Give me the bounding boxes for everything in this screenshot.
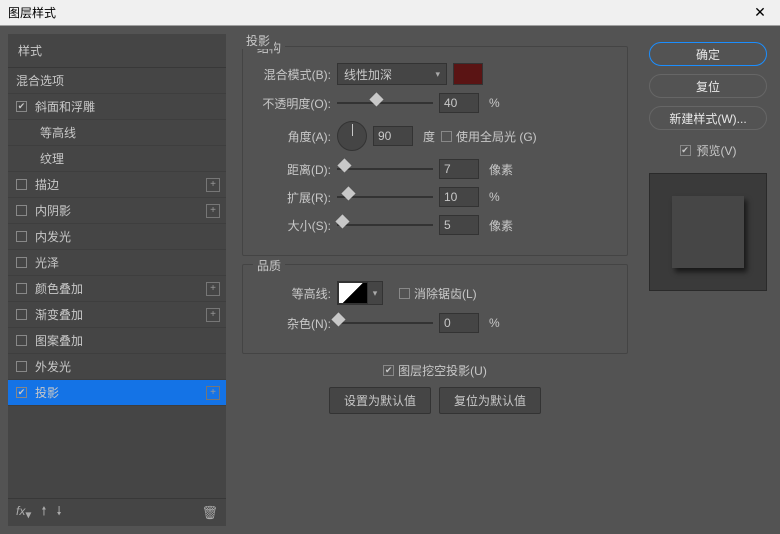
blending-options[interactable]: 混合选项 bbox=[8, 68, 226, 94]
panel-title: 投影 bbox=[242, 32, 274, 49]
style-item-8[interactable]: 渐变叠加 + bbox=[8, 302, 226, 328]
global-light-checkbox[interactable]: 使用全局光 (G) bbox=[441, 128, 537, 145]
up-icon[interactable]: 🠕 bbox=[41, 502, 46, 523]
style-checkbox[interactable] bbox=[16, 257, 27, 268]
style-checkbox[interactable] bbox=[16, 101, 27, 112]
spread-input[interactable] bbox=[439, 187, 479, 207]
noise-slider[interactable] bbox=[337, 315, 433, 331]
chevron-down-icon: ▾ bbox=[368, 282, 382, 304]
styles-panel: 样式 混合选项 斜面和浮雕等高线纹理描边 + 内阴影 + 内发光光泽颜色叠加 + 渐变叠加 +… bbox=[8, 34, 226, 526]
style-item-1[interactable]: 等高线 bbox=[8, 120, 226, 146]
style-item-3[interactable]: 描边 + bbox=[8, 172, 226, 198]
style-item-6[interactable]: 光泽 bbox=[8, 250, 226, 276]
style-checkbox[interactable] bbox=[16, 283, 27, 294]
add-effect-icon[interactable]: + bbox=[206, 204, 220, 218]
size-input[interactable] bbox=[439, 215, 479, 235]
style-checkbox[interactable] bbox=[16, 309, 27, 320]
style-item-0[interactable]: 斜面和浮雕 bbox=[8, 94, 226, 120]
structure-group: 结构 混合模式(B): 线性加深▾ 不透明度(O): % 角度(A): 度 使用… bbox=[242, 46, 628, 256]
style-label: 外发光 bbox=[35, 358, 71, 375]
style-item-4[interactable]: 内阴影 + bbox=[8, 198, 226, 224]
blend-mode-dropdown[interactable]: 线性加深▾ bbox=[337, 63, 447, 85]
preview-thumbnail bbox=[649, 173, 767, 291]
style-label: 等高线 bbox=[40, 124, 76, 141]
knockout-checkbox[interactable]: 图层挖空投影(U) bbox=[383, 362, 487, 379]
style-label: 投影 bbox=[35, 384, 59, 401]
spread-slider[interactable] bbox=[337, 189, 433, 205]
style-item-2[interactable]: 纹理 bbox=[8, 146, 226, 172]
ok-button[interactable]: 确定 bbox=[649, 42, 767, 66]
add-effect-icon[interactable]: + bbox=[206, 308, 220, 322]
style-label: 描边 bbox=[35, 176, 59, 193]
add-effect-icon[interactable]: + bbox=[206, 386, 220, 400]
styles-list: 混合选项 斜面和浮雕等高线纹理描边 + 内阴影 + 内发光光泽颜色叠加 + 渐变叠加 + 图案叠… bbox=[8, 68, 226, 498]
noise-input[interactable] bbox=[439, 313, 479, 333]
antialias-checkbox[interactable]: 消除锯齿(L) bbox=[399, 285, 477, 302]
style-checkbox[interactable] bbox=[16, 335, 27, 346]
cancel-button[interactable]: 复位 bbox=[649, 74, 767, 98]
window-title: 图层样式 bbox=[8, 4, 56, 21]
style-item-5[interactable]: 内发光 bbox=[8, 224, 226, 250]
distance-slider[interactable] bbox=[337, 161, 433, 177]
contour-picker[interactable]: ▾ bbox=[337, 281, 383, 305]
opacity-slider[interactable] bbox=[337, 95, 433, 111]
style-checkbox[interactable] bbox=[16, 361, 27, 372]
angle-input[interactable] bbox=[373, 126, 413, 146]
preview-checkbox[interactable]: 预览(V) bbox=[680, 142, 737, 159]
style-item-9[interactable]: 图案叠加 bbox=[8, 328, 226, 354]
new-style-button[interactable]: 新建样式(W)... bbox=[649, 106, 767, 130]
style-label: 颜色叠加 bbox=[35, 280, 83, 297]
down-icon[interactable]: 🠗 bbox=[57, 502, 62, 523]
styles-footer: fx▾ 🠕 🠗 🗑 bbox=[8, 498, 226, 526]
close-button[interactable]: ✕ bbox=[740, 0, 780, 26]
add-effect-icon[interactable]: + bbox=[206, 178, 220, 192]
shadow-color-swatch[interactable] bbox=[453, 63, 483, 85]
trash-icon[interactable]: 🗑 bbox=[201, 505, 218, 521]
style-label: 斜面和浮雕 bbox=[35, 98, 95, 115]
style-label: 光泽 bbox=[35, 254, 59, 271]
style-label: 纹理 bbox=[40, 150, 64, 167]
titlebar: 图层样式 ✕ bbox=[0, 0, 780, 26]
styles-header: 样式 bbox=[8, 34, 226, 68]
blend-mode-label: 混合模式(B): bbox=[255, 66, 331, 83]
make-default-button[interactable]: 设置为默认值 bbox=[329, 387, 431, 414]
dialog-body: 样式 混合选项 斜面和浮雕等高线纹理描边 + 内阴影 + 内发光光泽颜色叠加 + 渐变叠加 +… bbox=[0, 26, 780, 534]
style-checkbox[interactable] bbox=[16, 179, 27, 190]
distance-input[interactable] bbox=[439, 159, 479, 179]
size-slider[interactable] bbox=[337, 217, 433, 233]
angle-dial[interactable] bbox=[337, 121, 367, 151]
style-label: 图案叠加 bbox=[35, 332, 83, 349]
reset-default-button[interactable]: 复位为默认值 bbox=[439, 387, 541, 414]
style-item-11[interactable]: 投影 + bbox=[8, 380, 226, 406]
style-label: 渐变叠加 bbox=[35, 306, 83, 323]
style-checkbox[interactable] bbox=[16, 231, 27, 242]
style-checkbox[interactable] bbox=[16, 205, 27, 216]
add-effect-icon[interactable]: + bbox=[206, 282, 220, 296]
opacity-input[interactable] bbox=[439, 93, 479, 113]
style-label: 内阴影 bbox=[35, 202, 71, 219]
quality-group: 品质 等高线: ▾ 消除锯齿(L) 杂色(N): % bbox=[242, 264, 628, 354]
fx-menu[interactable]: fx▾ bbox=[16, 504, 31, 521]
style-item-7[interactable]: 颜色叠加 + bbox=[8, 276, 226, 302]
action-panel: 确定 复位 新建样式(W)... 预览(V) bbox=[644, 34, 772, 526]
chevron-down-icon: ▾ bbox=[435, 69, 440, 80]
style-label: 内发光 bbox=[35, 228, 71, 245]
settings-panel: 投影 结构 混合模式(B): 线性加深▾ 不透明度(O): % 角度(A): bbox=[234, 34, 636, 526]
style-item-10[interactable]: 外发光 bbox=[8, 354, 226, 380]
style-checkbox[interactable] bbox=[16, 387, 27, 398]
